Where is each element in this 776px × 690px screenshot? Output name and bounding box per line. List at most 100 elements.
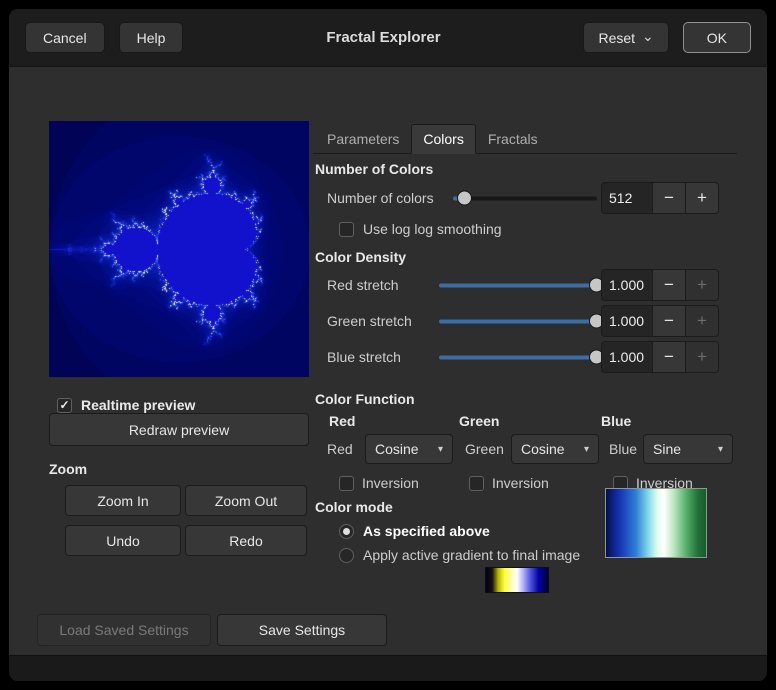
redraw-preview-button[interactable]: Redraw preview (49, 413, 309, 446)
reset-label: Reset (598, 30, 635, 46)
red-stretch-label: Red stretch (327, 277, 399, 293)
green-function-value: Cosine (521, 441, 576, 457)
number-of-colors-label: Number of colors (327, 190, 434, 206)
red-function-label: Red (327, 441, 353, 457)
slider-fill (439, 284, 597, 288)
fractal-explorer-dialog: Cancel Help Fractal Explorer Reset ⌄ OK … (9, 9, 767, 681)
number-of-colors-increment-button[interactable]: + (685, 182, 719, 214)
plus-icon: + (697, 275, 707, 295)
colors-tab-panel: Parameters Colors Fractals Number of Col… (313, 119, 737, 609)
plus-icon: + (697, 311, 707, 331)
blue-stretch-row: Blue stretch 1.000 − + (313, 340, 737, 374)
green-stretch-spinner: 1.000 − + (601, 305, 719, 337)
undo-button[interactable]: Undo (65, 525, 181, 556)
apply-gradient-label: Apply active gradient to final image (363, 547, 580, 563)
blue-stretch-label: Blue stretch (327, 349, 401, 365)
slider-fill (439, 356, 597, 360)
red-stretch-decrement-button[interactable]: − (652, 269, 686, 301)
green-column-header: Green (459, 413, 499, 429)
cancel-button[interactable]: Cancel (25, 22, 105, 53)
red-stretch-value[interactable]: 1.000 (601, 269, 653, 301)
red-inversion-checkbox[interactable]: ✓ (339, 476, 354, 491)
blue-stretch-decrement-button[interactable]: − (652, 341, 686, 373)
help-button[interactable]: Help (119, 22, 184, 53)
plus-icon: + (697, 347, 707, 367)
slider-fill (439, 320, 597, 324)
green-stretch-row: Green stretch 1.000 − + (313, 304, 737, 338)
green-stretch-increment-button: + (685, 305, 719, 337)
active-gradient-preview[interactable] (605, 488, 707, 558)
check-icon: ✓ (59, 399, 69, 411)
number-of-colors-heading: Number of Colors (315, 161, 433, 177)
fractal-preview[interactable] (49, 121, 309, 377)
green-function-label: Green (465, 441, 504, 457)
blue-function-select[interactable]: Sine ▾ (643, 434, 733, 464)
blue-stretch-slider[interactable] (439, 350, 597, 365)
color-mode-heading: Color mode (315, 499, 393, 515)
apply-gradient-radio[interactable] (339, 548, 354, 563)
tab-fractals[interactable]: Fractals (476, 124, 550, 154)
blue-function-label: Blue (609, 441, 637, 457)
as-specified-radio[interactable] (339, 524, 354, 539)
slider-thumb[interactable] (457, 191, 472, 206)
number-of-colors-value[interactable]: 512 (601, 182, 653, 214)
loglog-smoothing-row: ✓ Use log log smoothing (339, 219, 502, 239)
as-specified-label: As specified above (363, 523, 490, 539)
green-function-select[interactable]: Cosine ▾ (511, 434, 599, 464)
green-inversion-checkbox[interactable]: ✓ (469, 476, 484, 491)
red-stretch-spinner: 1.000 − + (601, 269, 719, 301)
color-function-heading: Color Function (315, 391, 415, 407)
blue-stretch-increment-button: + (685, 341, 719, 373)
zoom-out-button[interactable]: Zoom Out (185, 485, 307, 516)
loglog-smoothing-label: Use log log smoothing (363, 221, 502, 237)
realtime-preview-label: Realtime preview (81, 397, 195, 413)
dropdown-arrow-icon: ▾ (718, 444, 723, 455)
minus-icon: − (664, 275, 674, 295)
number-of-colors-spinner: 512 − + (601, 182, 719, 214)
mode-option-gradient: Apply active gradient to final image (339, 545, 580, 565)
red-column-header: Red (329, 413, 355, 429)
realtime-preview-row: ✓ Realtime preview (57, 395, 195, 415)
blue-stretch-spinner: 1.000 − + (601, 341, 719, 373)
red-inversion-label: Inversion (362, 475, 419, 491)
number-of-colors-decrement-button[interactable]: − (652, 182, 686, 214)
minus-icon: − (664, 347, 674, 367)
dropdown-arrow-icon: ▾ (438, 444, 443, 455)
color-density-heading: Color Density (315, 249, 406, 265)
zoom-in-button[interactable]: Zoom In (65, 485, 181, 516)
green-stretch-value[interactable]: 1.000 (601, 305, 653, 337)
red-stretch-increment-button: + (685, 269, 719, 301)
load-saved-settings-button: Load Saved Settings (37, 614, 211, 646)
loglog-smoothing-checkbox[interactable]: ✓ (339, 222, 354, 237)
ok-button[interactable]: OK (683, 22, 751, 53)
mode-option-specified: As specified above (339, 521, 490, 541)
window-bottom-edge (9, 655, 767, 681)
slider-track (453, 197, 597, 201)
minus-icon: − (664, 188, 674, 208)
zoom-heading: Zoom (49, 461, 87, 477)
color-function-row: Red Cosine ▾ Green Cosine ▾ Blue Sine ▾ (313, 433, 737, 465)
green-stretch-label: Green stretch (327, 313, 412, 329)
blue-function-value: Sine (653, 441, 710, 457)
blue-stretch-value[interactable]: 1.000 (601, 341, 653, 373)
red-function-value: Cosine (375, 441, 430, 457)
tab-parameters[interactable]: Parameters (315, 124, 411, 154)
red-stretch-slider[interactable] (439, 278, 597, 293)
tab-colors[interactable]: Colors (411, 124, 475, 154)
reset-button[interactable]: Reset ⌄ (583, 22, 668, 53)
green-stretch-decrement-button[interactable]: − (652, 305, 686, 337)
radio-dot (343, 528, 350, 535)
tabbar: Parameters Colors Fractals (313, 123, 737, 154)
plus-icon: + (697, 188, 707, 208)
save-settings-button[interactable]: Save Settings (217, 614, 387, 646)
green-inversion-group: ✓ Inversion (469, 473, 549, 493)
red-stretch-row: Red stretch 1.000 − + (313, 268, 737, 302)
realtime-preview-checkbox[interactable]: ✓ (57, 398, 72, 413)
green-stretch-slider[interactable] (439, 314, 597, 329)
number-of-colors-slider[interactable] (453, 191, 597, 206)
blue-column-header: Blue (601, 413, 631, 429)
titlebar: Cancel Help Fractal Explorer Reset ⌄ OK (9, 9, 767, 67)
minus-icon: − (664, 311, 674, 331)
red-function-select[interactable]: Cosine ▾ (365, 434, 453, 464)
redo-button[interactable]: Redo (185, 525, 307, 556)
